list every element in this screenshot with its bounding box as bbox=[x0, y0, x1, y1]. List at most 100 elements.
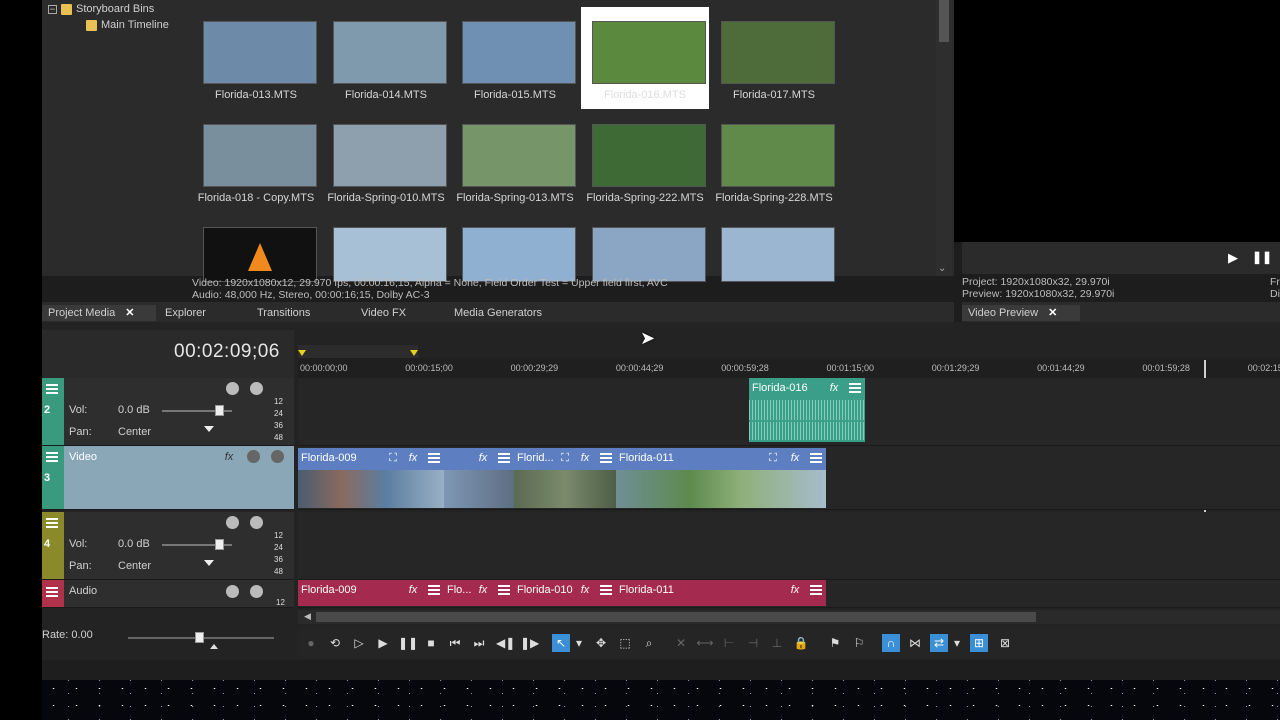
mute-icon[interactable] bbox=[226, 382, 239, 395]
next-frame-icon[interactable]: ❚▶ bbox=[520, 634, 539, 652]
solo-icon[interactable] bbox=[250, 585, 263, 598]
fx-icon[interactable]: fx bbox=[222, 450, 236, 464]
menu-icon[interactable] bbox=[498, 585, 510, 595]
lock-envelopes-icon[interactable]: ⊞ bbox=[970, 634, 988, 652]
audio-clip-florida-010[interactable]: Florida-010 fx bbox=[514, 580, 616, 606]
region-icon[interactable]: ⚐ bbox=[850, 634, 868, 652]
close-icon[interactable]: ✕ bbox=[125, 307, 134, 319]
scroll-down-icon[interactable]: ⌄ bbox=[938, 263, 946, 274]
fx-icon[interactable]: fx bbox=[827, 381, 841, 395]
split-start-icon[interactable]: ⊢ bbox=[720, 634, 738, 652]
menu-icon[interactable] bbox=[46, 452, 58, 462]
chevron-down-icon[interactable]: ▾ bbox=[952, 634, 962, 652]
audio-clip-transition[interactable]: Flo... fx bbox=[444, 580, 514, 606]
envelope-tool-icon[interactable]: ✥ bbox=[592, 634, 610, 652]
menu-icon[interactable] bbox=[46, 384, 58, 394]
track-header-3[interactable]: 3 Video fx bbox=[42, 446, 294, 510]
menu-icon[interactable] bbox=[46, 587, 58, 597]
tree-item-storyboard-bins[interactable]: − Storyboard Bins bbox=[48, 1, 154, 17]
vol-slider-knob[interactable] bbox=[215, 405, 224, 416]
lock-icon[interactable]: 🔒 bbox=[792, 634, 810, 652]
menu-icon[interactable] bbox=[428, 585, 440, 595]
pause-icon[interactable]: ❚❚ bbox=[1252, 250, 1272, 264]
tab-explorer[interactable]: Explorer bbox=[165, 305, 206, 321]
selection-tool-icon[interactable]: ⬚ bbox=[616, 634, 634, 652]
fx-icon[interactable]: fx bbox=[578, 451, 592, 465]
loop-region-bar[interactable] bbox=[298, 345, 418, 358]
media-tile[interactable]: Florida-014.MTS bbox=[322, 7, 450, 109]
mute-icon[interactable] bbox=[247, 450, 260, 463]
media-tile[interactable]: Florida-Spring-222.MTS bbox=[581, 110, 709, 212]
audio-clip-florida-009[interactable]: Florida-009 fx bbox=[298, 580, 444, 606]
crop-icon[interactable]: ⛶ bbox=[766, 451, 780, 465]
crop-icon[interactable]: ⛶ bbox=[558, 451, 572, 465]
video-clip-florida-011[interactable]: Florida-011 ⛶ fx bbox=[616, 448, 826, 508]
menu-icon[interactable] bbox=[810, 453, 822, 463]
media-tile[interactable]: Florida-013.MTS bbox=[192, 7, 320, 109]
ripple-edit-icon[interactable]: ⇄ bbox=[930, 634, 948, 652]
fx-icon[interactable]: fx bbox=[406, 583, 420, 597]
loop-start-marker-icon[interactable] bbox=[298, 350, 306, 356]
timeline-scrollbar[interactable]: ◀ bbox=[298, 610, 1280, 624]
rate-slider-knob[interactable] bbox=[195, 632, 204, 643]
pause-icon[interactable]: ❚❚ bbox=[398, 634, 418, 652]
loop-icon[interactable]: ⟲ bbox=[326, 634, 344, 652]
fx-icon[interactable]: fx bbox=[406, 451, 420, 465]
menu-icon[interactable] bbox=[498, 453, 510, 463]
stop-icon[interactable]: ■ bbox=[422, 634, 440, 652]
split-icon[interactable]: ⊣ bbox=[744, 634, 762, 652]
solo-icon[interactable] bbox=[271, 450, 284, 463]
media-tile[interactable]: Florida-Spring-228.MTS bbox=[710, 110, 838, 212]
previous-frame-icon[interactable]: ◀❚ bbox=[496, 634, 515, 652]
tab-video-fx[interactable]: Video FX bbox=[361, 305, 406, 321]
play-icon[interactable]: ▶ bbox=[374, 634, 392, 652]
play-from-start-icon[interactable]: ▷ bbox=[350, 634, 368, 652]
go-to-start-icon[interactable]: ⏮ bbox=[446, 634, 464, 652]
media-tile[interactable]: Florida-016.MTS bbox=[581, 7, 709, 109]
trim-end-icon[interactable]: ⊥ bbox=[768, 634, 786, 652]
track-lane-5[interactable]: Florida-009 fx Flo... fx Florida-010 fx … bbox=[298, 580, 1280, 608]
scrollbar-thumb[interactable] bbox=[316, 612, 1036, 622]
marker-icon[interactable]: ⚑ bbox=[826, 634, 844, 652]
menu-icon[interactable] bbox=[849, 383, 861, 393]
tab-transitions[interactable]: Transitions bbox=[257, 305, 310, 321]
pan-marker-icon[interactable] bbox=[204, 560, 214, 566]
audio-clip-florida-011[interactable]: Florida-011 fx bbox=[616, 580, 826, 606]
track-header-2[interactable]: 2 Vol: 0.0 dB Pan: Center 12 24 36 48 bbox=[42, 378, 294, 446]
normal-edit-tool-icon[interactable]: ↖ bbox=[552, 634, 570, 652]
scrollbar-thumb[interactable] bbox=[939, 0, 949, 42]
play-icon[interactable]: ▶ bbox=[1228, 250, 1238, 266]
scroll-left-icon[interactable]: ◀ bbox=[304, 611, 311, 622]
solo-icon[interactable] bbox=[250, 516, 263, 529]
time-ruler[interactable]: 00:00:00;00 00:00:15;00 00:00:29;29 00:00:4… bbox=[298, 358, 1280, 378]
audio-clip-florida-016[interactable]: Florida-016 fx bbox=[749, 378, 865, 442]
menu-icon[interactable] bbox=[810, 585, 822, 595]
tree-item-main-timeline[interactable]: Main Timeline bbox=[86, 17, 169, 33]
track-header-4[interactable]: 4 Vol: 0.0 dB Pan: Center 12 24 36 48 bbox=[42, 512, 294, 580]
fx-icon[interactable]: fx bbox=[788, 583, 802, 597]
zoom-tool-icon[interactable]: ⌕ bbox=[640, 634, 658, 652]
track-lane-3[interactable]: Florida-009 ⛶ fx fx Florid... ⛶ fx Flori… bbox=[298, 446, 1280, 510]
trim-icon[interactable]: ⟷ bbox=[696, 634, 714, 652]
menu-icon[interactable] bbox=[600, 453, 612, 463]
auto-crossfade-icon[interactable]: ⋈ bbox=[906, 634, 924, 652]
media-tile[interactable]: Florida-Spring-013.MTS bbox=[451, 110, 579, 212]
media-scrollbar[interactable]: ⌄ bbox=[936, 0, 952, 276]
loop-end-marker-icon[interactable] bbox=[410, 350, 418, 356]
delete-icon[interactable]: ✕ bbox=[672, 634, 690, 652]
go-to-end-icon[interactable]: ⏭ bbox=[470, 634, 488, 652]
media-tile[interactable]: Florida-015.MTS bbox=[451, 7, 579, 109]
tab-media-generators[interactable]: Media Generators bbox=[454, 305, 542, 321]
media-tile[interactable]: Florida-018 - Copy.MTS bbox=[192, 110, 320, 212]
record-icon[interactable]: ● bbox=[302, 634, 320, 652]
fx-icon[interactable]: fx bbox=[476, 583, 490, 597]
snap-icon[interactable]: ∩ bbox=[882, 634, 900, 652]
mute-icon[interactable] bbox=[226, 585, 239, 598]
track-header-5[interactable]: Audio 12 bbox=[42, 580, 294, 608]
menu-icon[interactable] bbox=[600, 585, 612, 595]
menu-icon[interactable] bbox=[428, 453, 440, 463]
chevron-down-icon[interactable]: ▾ bbox=[574, 634, 584, 652]
mute-icon[interactable] bbox=[226, 516, 239, 529]
vol-slider-knob[interactable] bbox=[215, 539, 224, 550]
crop-icon[interactable]: ⛶ bbox=[386, 451, 400, 465]
